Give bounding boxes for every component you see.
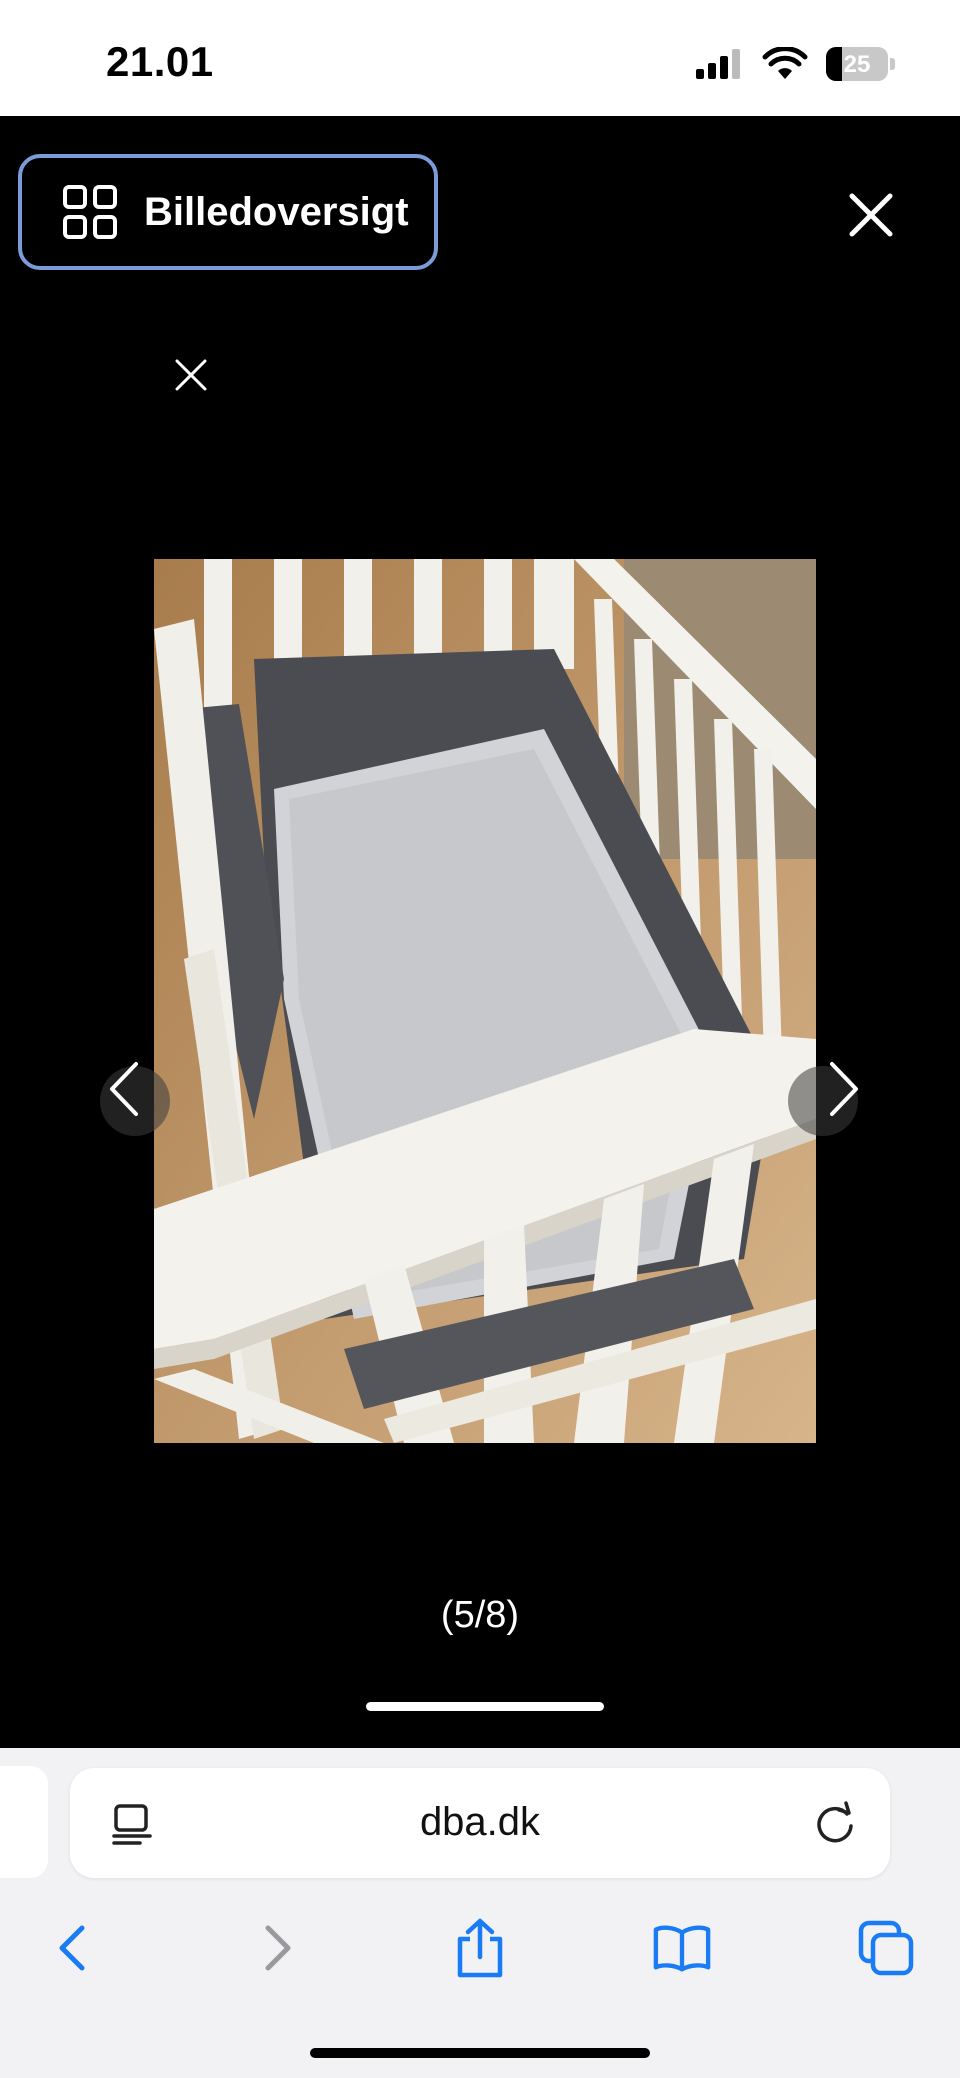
bookmarks-icon bbox=[653, 1925, 711, 1972]
close-icon[interactable] bbox=[846, 190, 896, 240]
battery-level: 25 bbox=[843, 51, 871, 78]
image-overview-button[interactable]: Billedoversigt bbox=[18, 154, 438, 270]
back-icon bbox=[59, 1925, 85, 1971]
image-overview-label: Billedoversigt bbox=[144, 189, 409, 234]
browser-chrome: dba.dk bbox=[0, 1748, 960, 2078]
url-text: dba.dk bbox=[419, 1800, 541, 1844]
share-icon bbox=[457, 1918, 503, 1978]
tabs-button[interactable] bbox=[856, 1918, 916, 1978]
viewer-scroll-indicator bbox=[366, 1702, 604, 1711]
tabs-icon bbox=[858, 1920, 914, 1976]
close-small-icon[interactable] bbox=[174, 358, 208, 392]
previous-tab-edge[interactable] bbox=[0, 1766, 48, 1878]
home-indicator bbox=[310, 2048, 650, 2058]
image-counter: (5/8) bbox=[440, 1594, 520, 1636]
status-icons: 25 bbox=[694, 40, 896, 88]
back-button[interactable] bbox=[42, 1918, 102, 1978]
forward-button[interactable] bbox=[248, 1918, 308, 1978]
chevron-right-icon[interactable] bbox=[812, 1044, 872, 1134]
cellular-signal-icon bbox=[696, 49, 740, 79]
reload-icon[interactable] bbox=[812, 1800, 858, 1846]
status-time: 21.01 bbox=[106, 38, 214, 85]
wifi-icon bbox=[762, 47, 808, 79]
browser-toolbar bbox=[0, 1898, 960, 1998]
image-viewer: Billedoversigt (5/8) bbox=[0, 116, 960, 1748]
forward-icon bbox=[265, 1925, 291, 1971]
listing-photo bbox=[154, 559, 816, 1443]
crib-photo bbox=[154, 559, 816, 1443]
address-bar[interactable]: dba.dk bbox=[70, 1768, 890, 1878]
share-button[interactable] bbox=[450, 1918, 510, 1978]
status-bar: 21.01 25 bbox=[0, 0, 960, 116]
bookmarks-button[interactable] bbox=[652, 1918, 712, 1978]
grid-icon bbox=[63, 185, 117, 239]
chevron-left-icon[interactable] bbox=[96, 1044, 156, 1134]
battery-icon: 25 bbox=[826, 47, 896, 81]
